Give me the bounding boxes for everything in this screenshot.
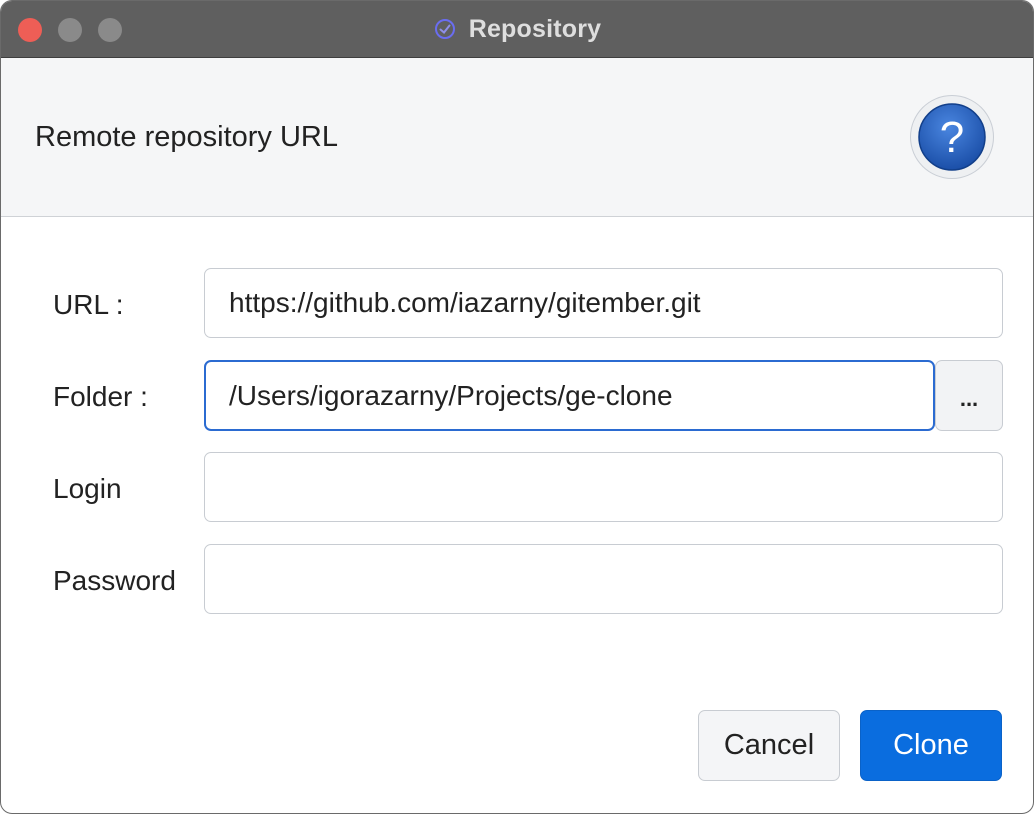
folder-input[interactable]	[204, 360, 935, 431]
browse-folder-button[interactable]: ...	[935, 360, 1003, 431]
title-bar[interactable]: Repository	[1, 1, 1033, 58]
url-input[interactable]	[204, 268, 1003, 338]
svg-text:?: ?	[940, 113, 964, 162]
title-container: Repository	[1, 1, 1033, 57]
gitember-icon	[433, 17, 457, 41]
folder-label: Folder :	[53, 381, 148, 412]
repository-dialog: Repository Remote repository URL ? URL :…	[0, 0, 1034, 814]
header-title: Remote repository URL	[35, 121, 338, 153]
question-mark-icon[interactable]: ?	[911, 96, 993, 178]
dialog-header: Remote repository URL ?	[1, 58, 1033, 217]
login-label: Login	[53, 473, 122, 504]
window-title: Repository	[468, 14, 602, 43]
clone-button[interactable]: Clone	[860, 710, 1002, 781]
password-label: Password	[53, 565, 176, 596]
url-label: URL :	[53, 289, 124, 320]
password-input[interactable]	[204, 544, 1003, 614]
login-input[interactable]	[204, 452, 1003, 522]
cancel-button[interactable]: Cancel	[698, 710, 840, 781]
